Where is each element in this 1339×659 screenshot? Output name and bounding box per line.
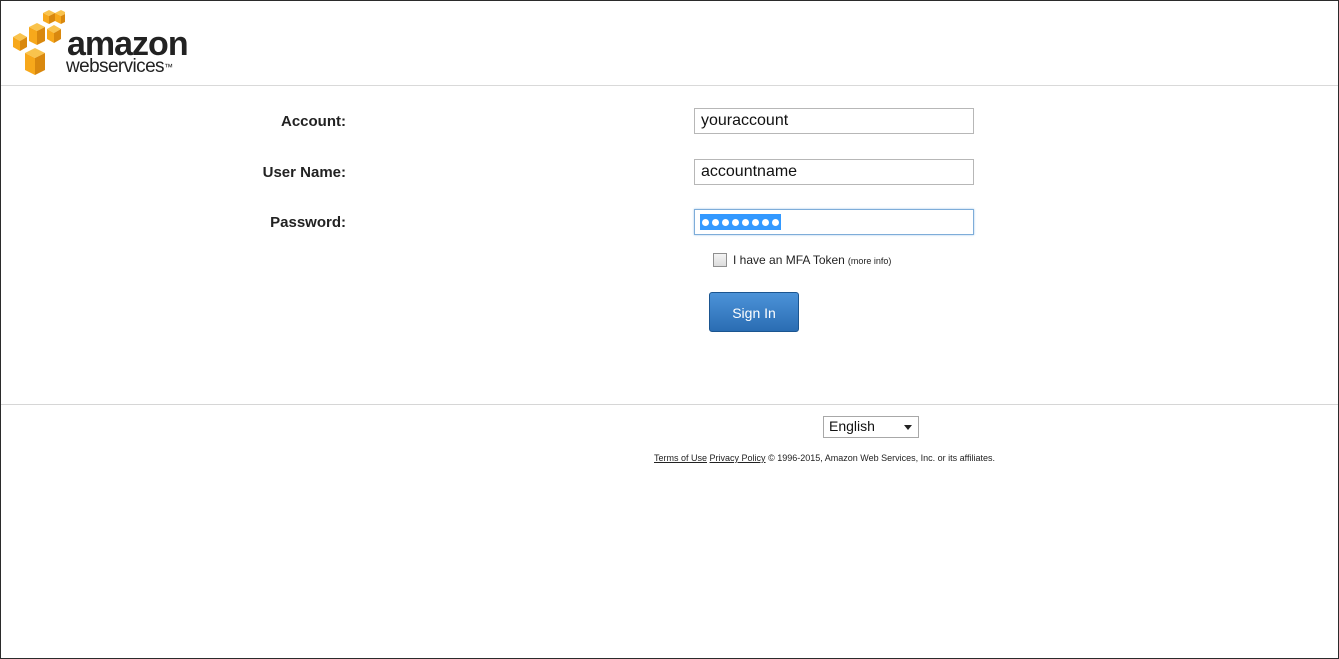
mfa-more-info-link[interactable]: (more info) [848,256,892,266]
aws-logo[interactable]: amazon webservices™ [11,9,201,79]
account-input-value: youraccount [701,112,789,129]
account-label: Account: [281,113,346,130]
username-input[interactable]: accountname [694,159,974,185]
password-mask-dot [732,218,739,226]
password-label: Password: [270,214,346,231]
language-select-value: English [829,418,875,434]
password-input[interactable] [694,209,974,235]
mfa-label: I have an MFA Token [733,253,845,267]
aws-cubes-icon [13,10,65,75]
username-label: User Name: [262,164,346,181]
sign-in-button[interactable]: Sign In [709,292,799,332]
page-frame: amazon webservices™ Account: youraccount… [0,0,1339,659]
password-mask-dot [752,218,759,226]
password-mask-dot [772,218,779,226]
mfa-text: I have an MFA Token (more info) [733,253,891,267]
header-bar: amazon webservices™ [1,1,1338,86]
password-mask-dot [742,218,749,226]
terms-of-use-link[interactable]: Terms of Use [654,453,707,463]
footer-divider [1,404,1338,405]
password-row: Password: [1,209,1001,235]
username-input-value: accountname [701,163,798,180]
logo-trademark: ™ [163,62,173,72]
password-mask-dot [722,218,729,226]
account-row: Account: youraccount [1,108,1001,134]
mfa-checkbox[interactable] [713,253,727,267]
language-select[interactable]: English [823,416,919,438]
password-mask-dot [712,218,719,226]
username-row: User Name: accountname [1,159,1001,185]
account-input[interactable]: youraccount [694,108,974,134]
chevron-down-icon [904,425,912,430]
logo-webservices-text: webservices™ [66,57,173,77]
legal-footer: Terms of Use Privacy Policy © 1996-2015,… [654,453,995,463]
password-mask-dot [702,218,709,226]
password-mask-dot [762,218,769,226]
logo-webservices-label: webservices [66,56,165,77]
privacy-policy-link[interactable]: Privacy Policy [710,453,766,463]
copyright-text: © 1996-2015, Amazon Web Services, Inc. o… [768,453,995,463]
password-masked-selection [700,214,781,230]
